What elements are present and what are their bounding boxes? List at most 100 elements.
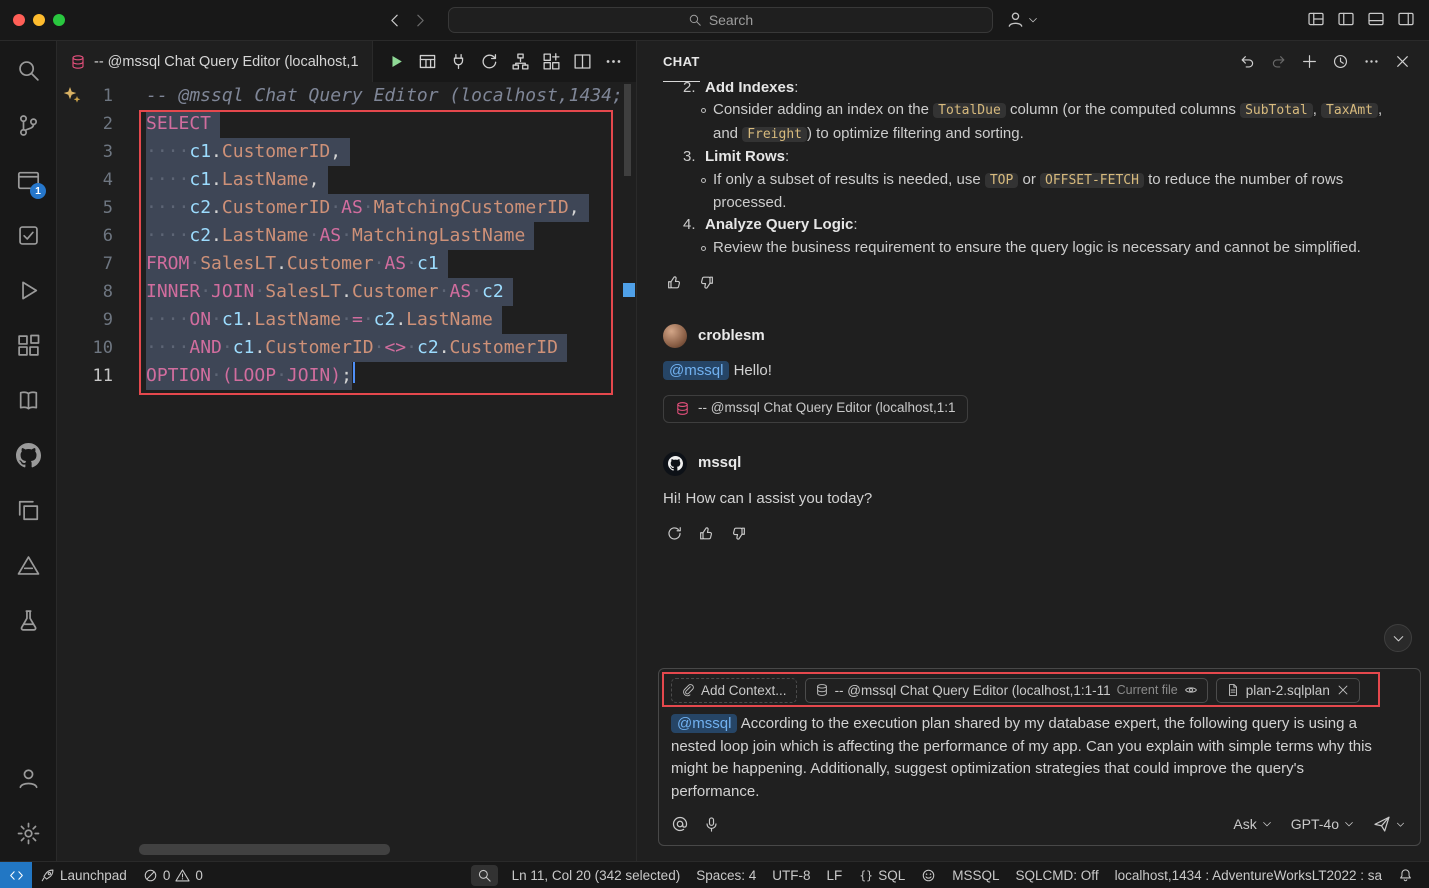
- voice-input-button[interactable]: [703, 816, 720, 833]
- context-plan-file-chip[interactable]: plan-2.sqlplan: [1216, 678, 1360, 703]
- mssql[interactable]: MSSQL: [944, 862, 1007, 888]
- unhelpful-button[interactable]: [695, 271, 718, 294]
- activity-flask-extension[interactable]: [4, 593, 52, 648]
- model-selector[interactable]: GPT-4o: [1291, 816, 1355, 832]
- rerun-button[interactable]: [663, 522, 686, 545]
- activity-github[interactable]: [4, 428, 52, 483]
- send-button[interactable]: [1373, 815, 1406, 833]
- settings-icon: [16, 821, 41, 846]
- toggle-secondary-sidebar-icon[interactable]: [1397, 10, 1415, 28]
- zoom-window-button[interactable]: [53, 14, 65, 26]
- context-file-chip[interactable]: -- @mssql Chat Query Editor (localhost,1…: [805, 678, 1208, 703]
- activity-remote-explorer[interactable]: 1: [4, 153, 52, 208]
- cursor-position[interactable]: Ln 11, Col 20 (342 selected): [504, 862, 689, 888]
- code-editor[interactable]: 1-- @mssql Chat Query Editor (localhost,…: [57, 82, 636, 861]
- mention-chip[interactable]: @mssql: [663, 361, 729, 380]
- github-icon: [16, 443, 41, 468]
- sqlcmd[interactable]: SQLCMD: Off: [1008, 862, 1107, 888]
- activity-testing[interactable]: [4, 208, 52, 263]
- list-subitem: Review the business requirement to ensur…: [663, 237, 1403, 259]
- run-query-button[interactable]: [384, 49, 409, 74]
- minimize-window-button[interactable]: [33, 14, 45, 26]
- new-chat-button[interactable]: [1297, 49, 1322, 74]
- code-line: 7FROM·SalesLT.Customer·AS·c1: [57, 250, 636, 278]
- activity-search[interactable]: [4, 43, 52, 98]
- list-item: 4.Analyze Query Logic:: [663, 214, 1403, 236]
- editor-tab[interactable]: -- @mssql Chat Query Editor (localhost,1: [57, 41, 373, 82]
- navigate-forward-button[interactable]: [410, 10, 430, 30]
- more-actions-button[interactable]: [601, 49, 626, 74]
- code-line: 1-- @mssql Chat Query Editor (localhost,…: [57, 82, 636, 110]
- activity-extensions[interactable]: [4, 318, 52, 373]
- activity-layers[interactable]: [4, 483, 52, 538]
- code-line: 3····c1.CustomerID,: [57, 138, 636, 166]
- notifications[interactable]: [1390, 862, 1421, 888]
- activity-notebooks[interactable]: [4, 373, 52, 428]
- braces-icon: {}: [858, 868, 873, 883]
- database-icon: [675, 401, 690, 416]
- activity-source-control[interactable]: [4, 98, 52, 153]
- helpful-button[interactable]: [695, 522, 718, 545]
- title-bar: Search: [0, 0, 1429, 41]
- close-icon[interactable]: [1336, 683, 1350, 697]
- helpful-button[interactable]: [663, 271, 686, 294]
- actual-plan-button[interactable]: [539, 49, 564, 74]
- copilot-sparkle-icon[interactable]: [62, 85, 82, 105]
- redo-button[interactable]: [1266, 49, 1291, 74]
- more-button[interactable]: [1359, 49, 1384, 74]
- send-icon: [1373, 815, 1391, 833]
- account-menu[interactable]: [1006, 10, 1039, 29]
- attachment-chip[interactable]: -- @mssql Chat Query Editor (localhost,1…: [663, 395, 968, 423]
- connect-button[interactable]: [446, 49, 471, 74]
- bullet-icon: [701, 246, 706, 251]
- activity-accounts[interactable]: [4, 751, 52, 806]
- bot-message-body: Hi! How can I assist you today?: [663, 488, 1403, 510]
- line-number: 8: [57, 278, 113, 306]
- results-grid-button[interactable]: [415, 49, 440, 74]
- toggle-primary-sidebar-icon[interactable]: [1307, 10, 1325, 28]
- rocket-icon: [40, 868, 55, 883]
- horizontal-scrollbar[interactable]: [139, 844, 390, 855]
- inline-code: TaxAmt: [1321, 103, 1378, 118]
- split-editor-button[interactable]: [570, 49, 595, 74]
- activity-run-and-debug[interactable]: [4, 263, 52, 318]
- chat-input[interactable]: @mssql According to the execution plan s…: [671, 713, 1408, 803]
- chat-panel-header: CHAT: [637, 41, 1429, 82]
- toggle-panel-icon[interactable]: [1337, 10, 1355, 28]
- connection[interactable]: localhost,1434 : AdventureWorksLT2022 : …: [1107, 862, 1390, 888]
- problems-status[interactable]: 0 0: [135, 862, 211, 888]
- mode-selector[interactable]: Ask: [1233, 816, 1272, 832]
- search-icon: [477, 868, 492, 883]
- list-subitem: Consider adding an index on the TotalDue…: [663, 99, 1403, 146]
- activity-settings[interactable]: [4, 806, 52, 861]
- vertical-scrollbar[interactable]: [624, 84, 631, 176]
- zoom-indicator[interactable]: [471, 865, 498, 886]
- indentation[interactable]: Spaces: 4: [688, 862, 764, 888]
- scroll-to-bottom-button[interactable]: [1384, 624, 1412, 652]
- refresh-connection-button[interactable]: [477, 49, 502, 74]
- launchpad-status[interactable]: Launchpad: [32, 862, 135, 888]
- navigate-back-button[interactable]: [384, 10, 404, 30]
- chat-panel-title[interactable]: CHAT: [663, 41, 700, 82]
- mention-picker-button[interactable]: [671, 815, 689, 833]
- language-mode[interactable]: {}SQL: [850, 862, 913, 888]
- undo-button[interactable]: [1235, 49, 1260, 74]
- toggle-bottom-panel-icon[interactable]: [1367, 10, 1385, 28]
- source-control-icon: [16, 113, 41, 138]
- unhelpful-button[interactable]: [727, 522, 750, 545]
- feedback[interactable]: [913, 862, 944, 888]
- encoding[interactable]: UTF-8: [764, 862, 818, 888]
- close-panel-button[interactable]: [1390, 49, 1415, 74]
- chevron-down-icon: [1343, 818, 1355, 830]
- chat-messages: 2.Add Indexes:Consider adding an index o…: [637, 77, 1429, 545]
- command-center-search[interactable]: Search: [448, 7, 993, 33]
- close-window-button[interactable]: [13, 14, 25, 26]
- remote-indicator[interactable]: [0, 862, 32, 888]
- add-context-chip[interactable]: Add Context...: [671, 678, 797, 703]
- eye-icon[interactable]: [1184, 683, 1198, 697]
- estimated-plan-button[interactable]: [508, 49, 533, 74]
- history-button[interactable]: [1328, 49, 1353, 74]
- activity-triangle-a-extension[interactable]: [4, 538, 52, 593]
- eol[interactable]: LF: [819, 862, 851, 888]
- mention-chip[interactable]: @mssql: [671, 714, 737, 733]
